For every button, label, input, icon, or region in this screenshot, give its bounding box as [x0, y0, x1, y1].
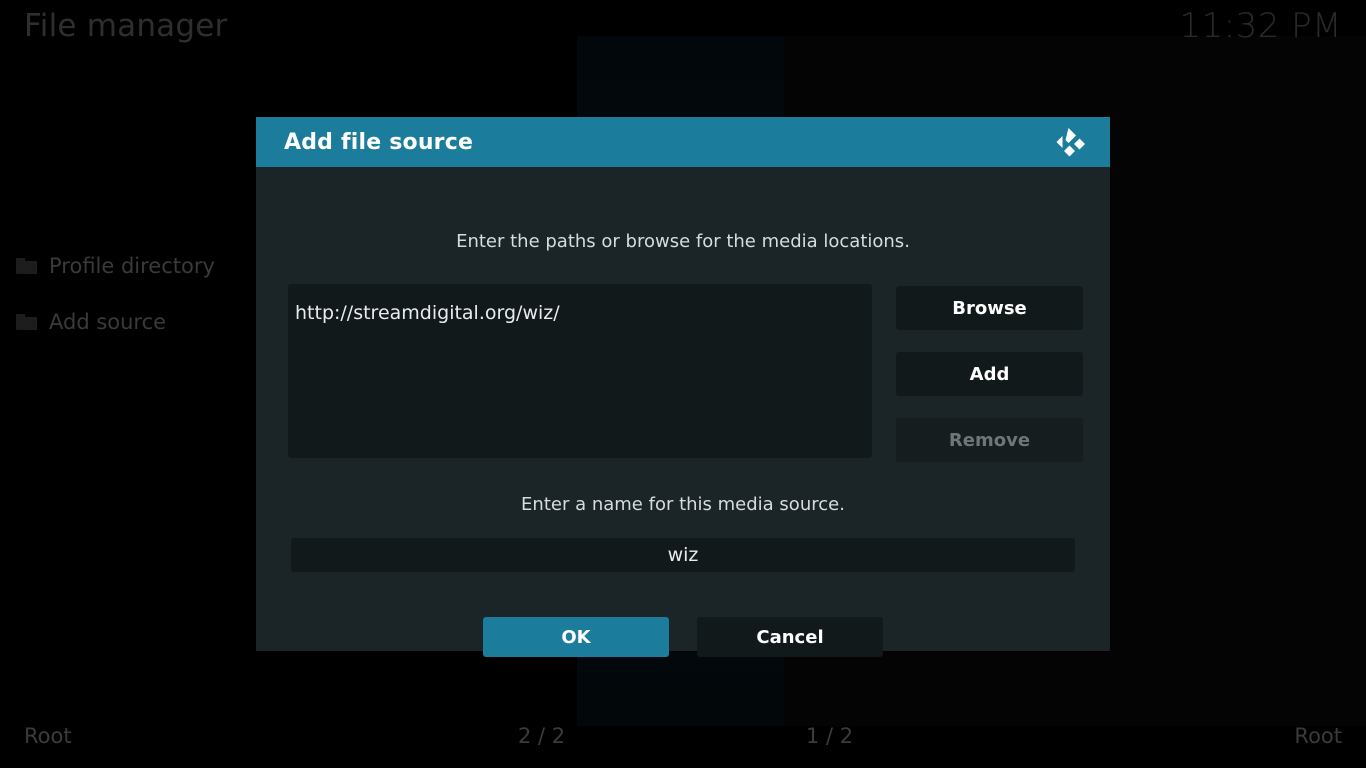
paths-hint-label: Enter the paths or browse for the media …: [256, 231, 1110, 252]
dialog-title: Add file source: [284, 130, 473, 155]
dialog-body: Enter the paths or browse for the media …: [256, 167, 1110, 651]
folder-icon: [16, 314, 37, 330]
remove-button: Remove: [896, 418, 1083, 462]
clock: 11:32 PM: [1179, 6, 1342, 46]
paths-listbox[interactable]: http://streamdigital.org/wiz/: [288, 284, 872, 458]
file-source-list: Profile directory Add source: [0, 238, 260, 350]
status-right-path: Root: [1294, 724, 1342, 748]
source-name-input[interactable]: [291, 538, 1075, 572]
status-bar: Root 2 / 2 1 / 2 Root: [0, 708, 1366, 768]
status-left-count: 2 / 2: [518, 724, 565, 748]
status-left-path: Root: [24, 724, 72, 748]
list-item-label: Profile directory: [49, 254, 215, 278]
kodi-logo-icon: [1054, 125, 1088, 159]
name-hint-label: Enter a name for this media source.: [256, 494, 1110, 515]
list-item[interactable]: Profile directory: [0, 238, 260, 294]
page-title: File manager: [24, 8, 227, 44]
ok-button[interactable]: OK: [483, 617, 669, 657]
cancel-button[interactable]: Cancel: [697, 617, 883, 657]
add-file-source-dialog: Add file source Enter the paths or brows…: [256, 117, 1110, 651]
list-item[interactable]: Add source: [0, 294, 260, 350]
browse-button[interactable]: Browse: [896, 286, 1083, 330]
path-list-item[interactable]: http://streamdigital.org/wiz/: [295, 300, 872, 326]
dialog-actions: OK Cancel: [256, 617, 1110, 657]
list-item-label: Add source: [49, 310, 166, 334]
add-button[interactable]: Add: [896, 352, 1083, 396]
folder-icon: [16, 258, 37, 274]
dialog-titlebar: Add file source: [256, 117, 1110, 167]
status-right-count: 1 / 2: [806, 724, 853, 748]
